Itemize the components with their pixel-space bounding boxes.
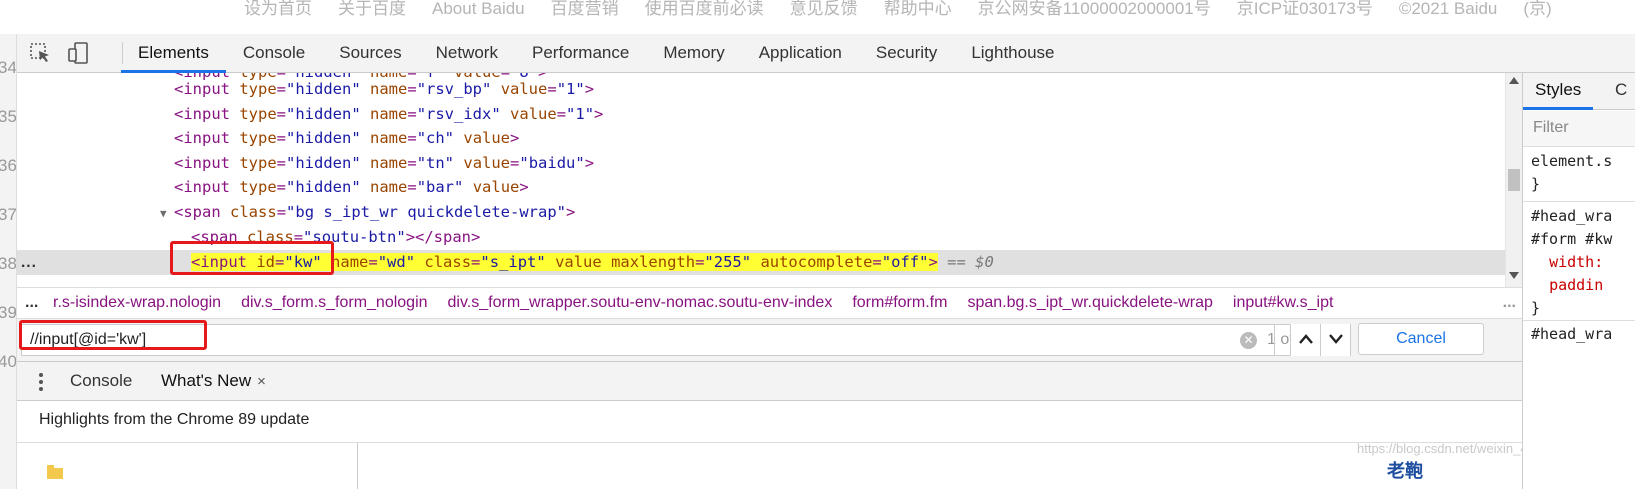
search-divider [1274, 324, 1275, 356]
footer-link[interactable]: ©2021 Baidu [1399, 0, 1498, 18]
search-next-button[interactable] [1320, 324, 1350, 356]
dom-line[interactable]: <input type="hidden" name="bar" value> [174, 175, 1522, 200]
search-prev-button[interactable] [1290, 324, 1320, 356]
chevron-up-icon [1299, 334, 1313, 344]
gutter-line-number: 40 [0, 352, 17, 371]
breadcrumb-more-right[interactable]: ... [1503, 288, 1516, 318]
watermark-logo-text: 老鞄 [1387, 461, 1423, 481]
search-input[interactable]: //input[@id='kw'] [21, 324, 1351, 356]
gutter-line-number: 36 [0, 156, 17, 175]
styles-filter-input[interactable]: Filter [1523, 111, 1635, 147]
tab-elements[interactable]: Elements [121, 34, 226, 73]
tab-computed[interactable]: C [1615, 73, 1627, 107]
tab-security[interactable]: Security [859, 34, 954, 73]
dom-line-selected[interactable]: ... <input id="kw" name="wd" class="s_ip… [17, 250, 1522, 275]
main-tabs: Elements Console Sources Network Performance… [121, 34, 1072, 73]
footer-link[interactable]: (京) [1523, 0, 1551, 18]
page-gutter: 34 35 36 37 38 39 40 [0, 34, 17, 489]
drawer-tab-whats-new[interactable]: What's New × [147, 362, 280, 404]
scroll-up-icon[interactable] [1509, 77, 1519, 84]
footer-link[interactable]: 关于百度 [338, 0, 406, 18]
drawer-tab-label: What's New [161, 371, 252, 390]
rule-separator [1523, 201, 1635, 202]
tab-performance[interactable]: Performance [515, 34, 646, 73]
whats-new-heading: Highlights from the Chrome 89 update [39, 411, 310, 428]
styles-pane: Styles C Filter element.s } #head_wra #f… [1522, 73, 1635, 489]
dom-line[interactable]: <input type="hidden" name="rsv_idx" valu… [174, 102, 1522, 127]
tab-memory[interactable]: Memory [646, 34, 741, 73]
rule-separator [1523, 320, 1635, 321]
gutter-line-number: 38 [0, 254, 17, 273]
footer-link[interactable]: 京ICP证030173号 [1237, 0, 1373, 18]
footer-link[interactable]: 设为首页 [244, 0, 312, 18]
drawer-body: Highlights from the Chrome 89 update htt… [17, 401, 1578, 489]
close-icon[interactable]: × [257, 373, 266, 390]
dom-tree[interactable]: <input type="hidden" name="f" value="8">… [17, 73, 1522, 287]
style-rule-element[interactable]: element.s } [1531, 150, 1612, 196]
dom-line-soutu[interactable]: <span class="soutu-btn"></span> [191, 225, 1522, 250]
dom-line[interactable]: <input type="hidden" name="rsv_bp" value… [174, 77, 1522, 102]
tab-sources[interactable]: Sources [322, 34, 418, 73]
devtools-toolbar: Elements Console Sources Network Performance… [17, 34, 1635, 73]
footer-links: 设为首页 关于百度 About Baidu 百度营销 使用百度前必读 意见反馈 帮助中心 京公… [244, 0, 1578, 19]
inspect-element-icon[interactable] [29, 42, 53, 64]
dom-line[interactable]: <input type="hidden" name="tn" value="ba… [174, 151, 1522, 176]
tab-lighthouse[interactable]: Lighthouse [954, 34, 1071, 73]
clear-search-icon[interactable]: ✕ [1240, 332, 1257, 349]
drawer-subpanel [17, 442, 1522, 489]
breadcrumb: ... r.s-isindex-wrap.nologin div.s_form.s_… [17, 287, 1522, 319]
footer-link[interactable]: About Baidu [432, 0, 525, 18]
scroll-thumb[interactable] [1508, 169, 1520, 191]
breadcrumb-item[interactable]: input#kw.s_ipt [1233, 288, 1334, 318]
tab-network[interactable]: Network [419, 34, 515, 73]
footer-link[interactable]: 使用百度前必读 [645, 0, 764, 18]
breadcrumb-item[interactable]: r.s-isindex-wrap.nologin [53, 288, 221, 318]
folder-icon [47, 465, 63, 479]
breadcrumb-item[interactable]: span.bg.s_ipt_wr.quickdelete-wrap [967, 288, 1212, 318]
dom-more-dots[interactable]: ... [21, 250, 37, 275]
drawer-tabbar: Console What's New × [17, 362, 1522, 404]
footer-link[interactable]: 意见反馈 [790, 0, 858, 18]
breadcrumb-item[interactable]: div.s_form.s_form_nologin [241, 288, 427, 318]
page-footer-strip: 设为首页 关于百度 About Baidu 百度营销 使用百度前必读 意见反馈 帮助中心 京公… [0, 0, 1635, 34]
tab-styles[interactable]: Styles [1523, 73, 1594, 110]
tab-console[interactable]: Console [226, 34, 322, 73]
gutter-line-number: 39 [0, 303, 17, 322]
search-bar: //input[@id='kw'] ✕ 1 of 1 Cancel [17, 319, 1522, 362]
drawer-divider [357, 443, 358, 489]
tab-application[interactable]: Application [742, 34, 859, 73]
footer-link[interactable]: 帮助中心 [884, 0, 952, 18]
style-rule-kw[interactable]: #head_wra #form #kw width: paddin } [1531, 205, 1612, 320]
expand-triangle-icon[interactable]: ▼ [160, 201, 174, 226]
chevron-down-icon [1329, 334, 1343, 344]
styles-tabbar: Styles C [1523, 73, 1635, 110]
drawer-tab-console[interactable]: Console [70, 362, 132, 400]
dom-scrollbar[interactable] [1505, 73, 1522, 287]
scroll-down-icon[interactable] [1509, 272, 1519, 279]
gutter-line-number: 37 [0, 205, 17, 224]
device-toolbar-icon[interactable] [67, 42, 91, 64]
footer-link[interactable]: 京公网安备11000002000001号 [978, 0, 1211, 18]
cancel-button[interactable]: Cancel [1358, 323, 1484, 355]
breadcrumb-item[interactable]: div.s_form_wrapper.soutu-env-nomac.soutu… [448, 288, 833, 318]
drawer-menu-icon[interactable] [39, 372, 43, 392]
dom-line-span-wrap[interactable]: ▼ <span class="bg s_ipt_wr quickdelete-wr… [160, 200, 1522, 225]
style-rule-head[interactable]: #head_wra [1531, 323, 1612, 346]
breadcrumb-more-left[interactable]: ... [17, 288, 53, 318]
gutter-line-number: 34 [0, 58, 17, 77]
gutter-line-number: 35 [0, 107, 17, 126]
breadcrumb-item[interactable]: form#form.fm [852, 288, 947, 318]
footer-link[interactable]: 百度营销 [551, 0, 619, 18]
dom-line[interactable]: <input type="hidden" name="ch" value> [174, 126, 1522, 151]
